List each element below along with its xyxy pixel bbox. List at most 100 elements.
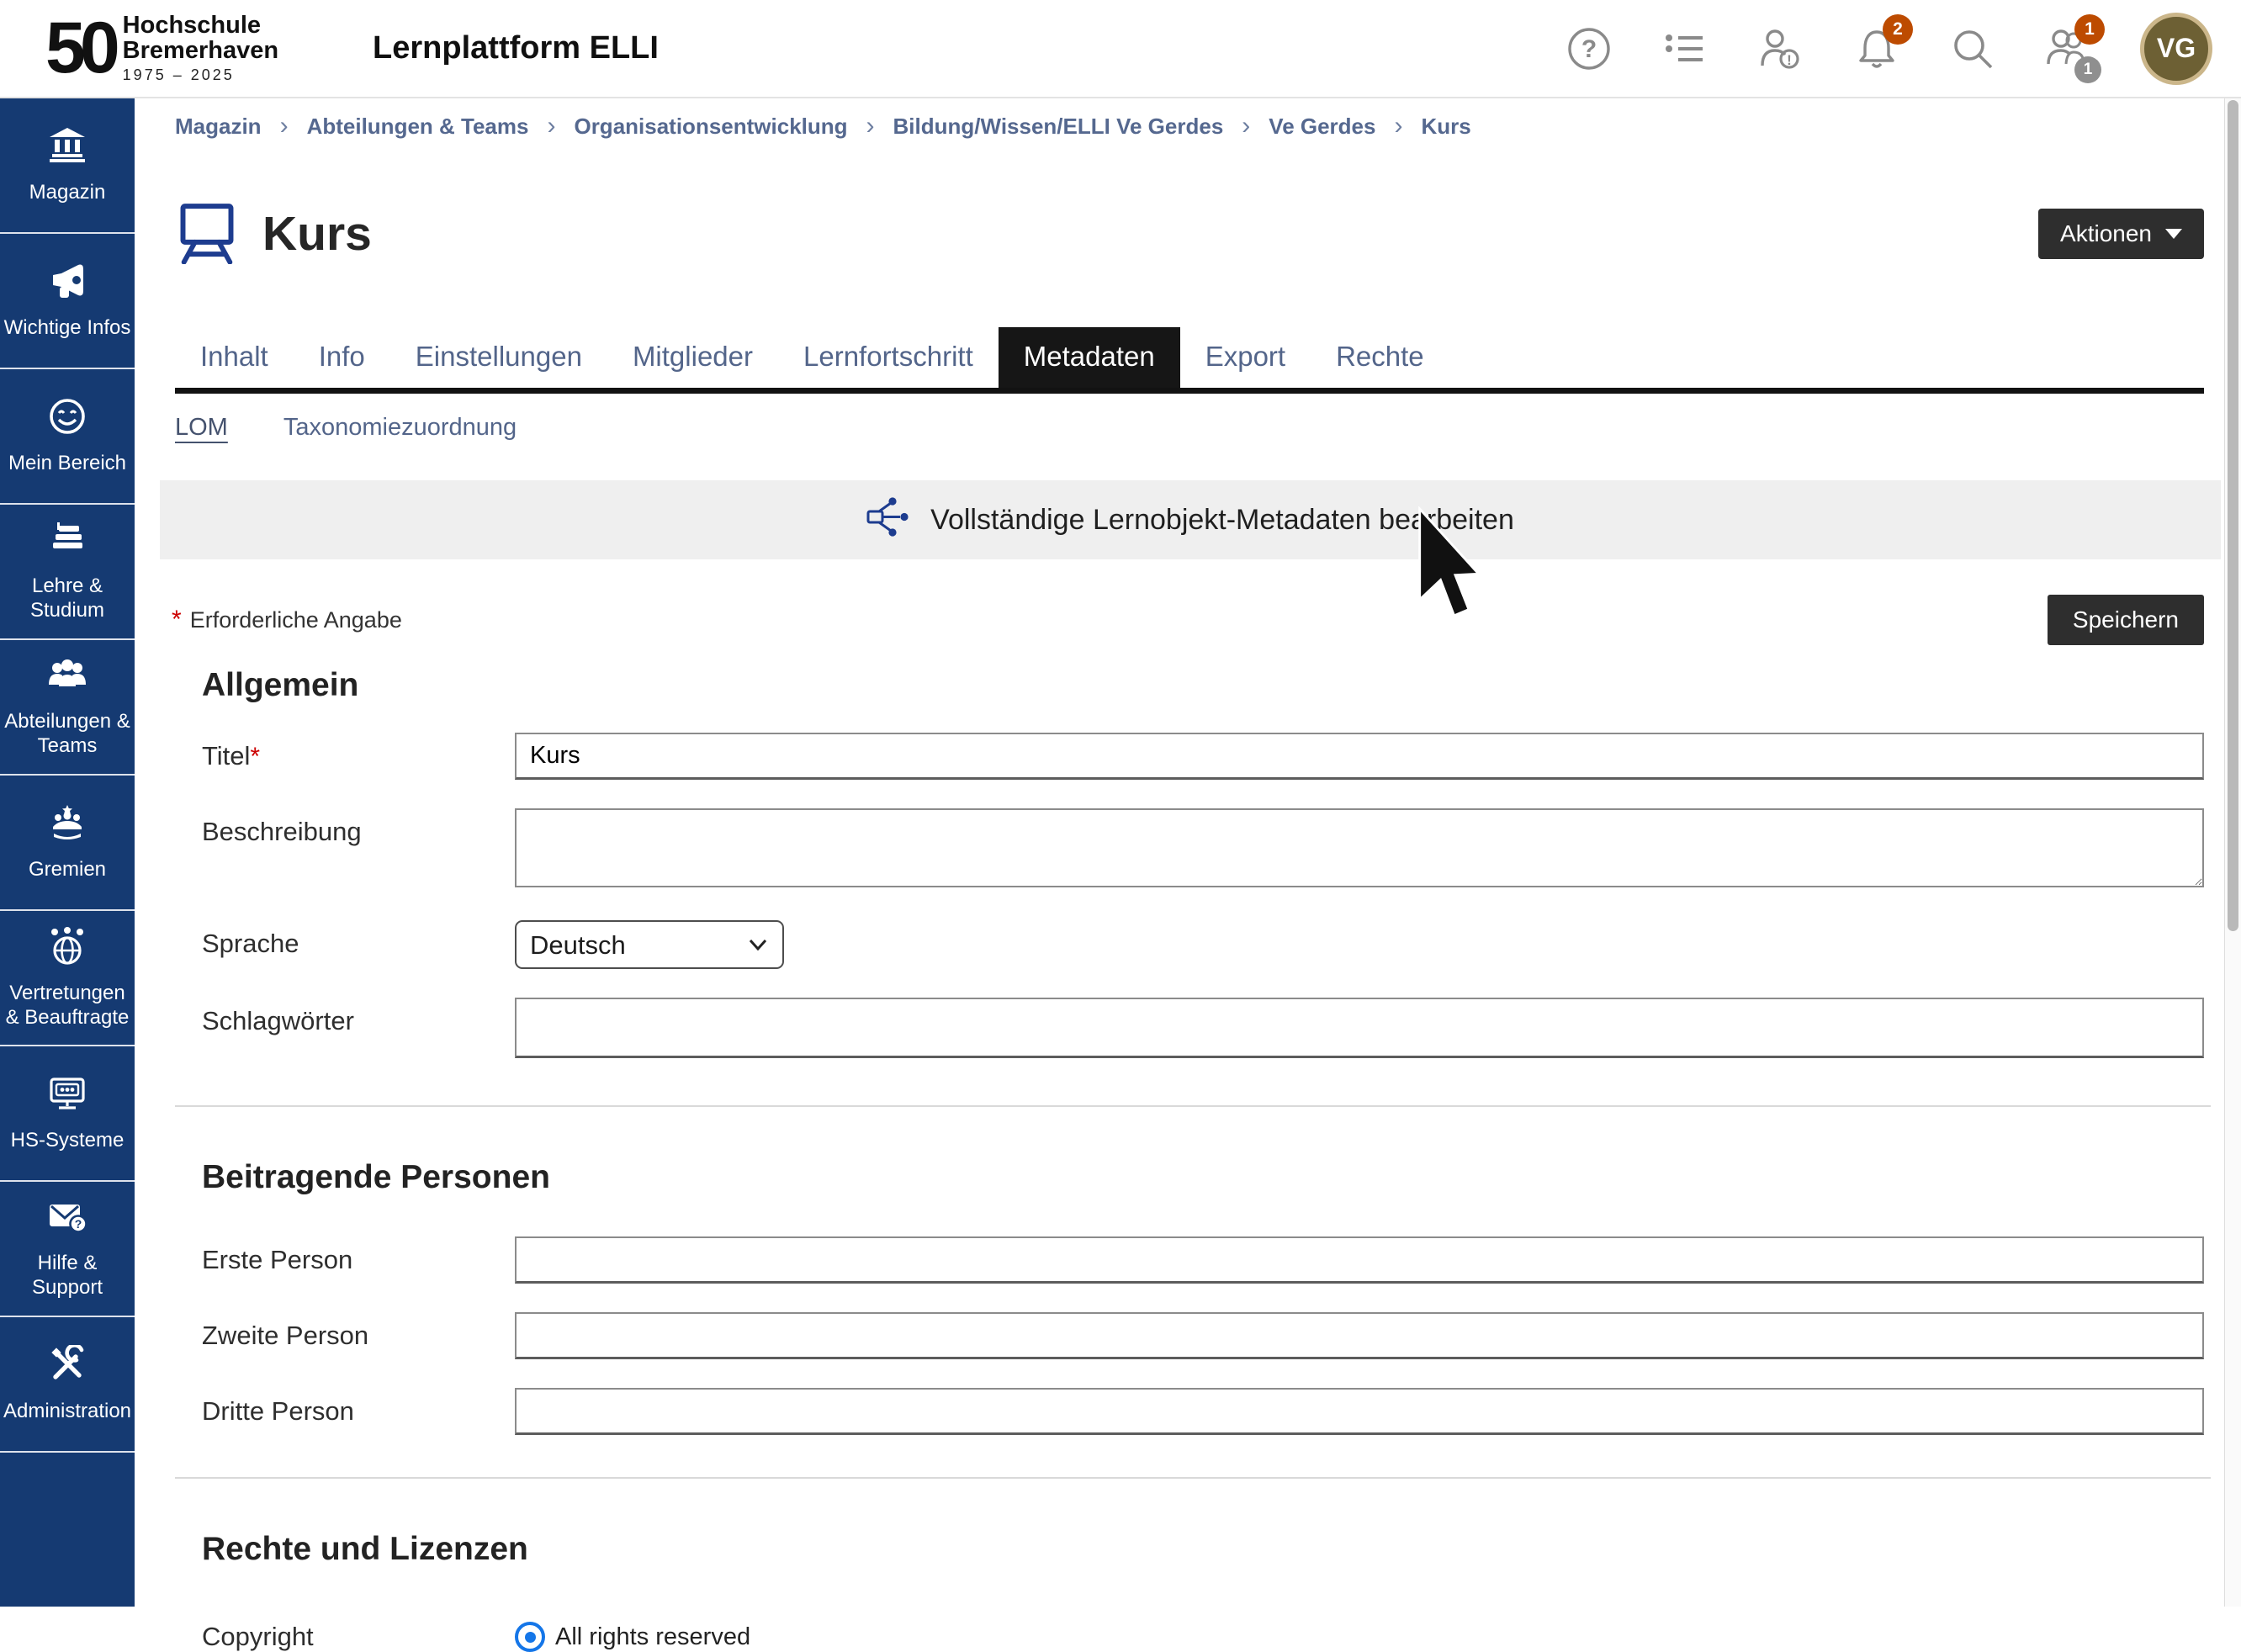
- form-row-erste-person: Erste Person: [202, 1236, 2204, 1284]
- titel-input[interactable]: [515, 733, 2204, 780]
- tab-metadaten[interactable]: Metadaten: [999, 327, 1180, 388]
- sidebar-item-label: Lehre & Studium: [3, 574, 131, 623]
- subtab-lom[interactable]: LOM: [175, 414, 228, 442]
- required-asterisk: *: [250, 743, 260, 770]
- logo-years: 1975 – 2025: [123, 66, 278, 84]
- copyright-label: Copyright: [202, 1622, 515, 1652]
- breadcrumb-link[interactable]: Abteilungen & Teams: [307, 114, 529, 140]
- course-icon: [175, 200, 239, 268]
- breadcrumb-link[interactable]: Bildung/Wissen/ELLI Ve Gerdes: [893, 114, 1224, 140]
- svg-text:?: ?: [75, 1217, 82, 1231]
- logo-name-line2: Bremerhaven: [123, 38, 278, 63]
- contacts-badge-top: 1: [2074, 14, 2105, 45]
- sidebar-item-lehre-studium[interactable]: Lehre & Studium: [0, 505, 135, 640]
- university-logo[interactable]: 50 Hochschule Bremerhaven 1975 – 2025: [45, 13, 278, 84]
- actions-button[interactable]: Aktionen: [2038, 209, 2204, 259]
- share-nodes-icon: [866, 495, 909, 545]
- sprache-select[interactable]: Deutsch: [515, 920, 784, 969]
- sidebar-item-label: Vertretungen & Beauftragte: [3, 981, 131, 1030]
- contacts-badge-bottom: 1: [2074, 56, 2101, 83]
- sidebar-item-hilfe-support[interactable]: ? Hilfe & Support: [0, 1182, 135, 1317]
- search-icon[interactable]: [1948, 24, 1997, 73]
- form-row-titel: Titel*: [202, 733, 2204, 780]
- sidebar-item-hs-systeme[interactable]: HS-Systeme: [0, 1046, 135, 1182]
- form-row-dritte-person: Dritte Person: [202, 1388, 2204, 1435]
- breadcrumb-link[interactable]: Organisationsentwicklung: [574, 114, 847, 140]
- sidebar-item-gremien[interactable]: Gremien: [0, 776, 135, 911]
- zweite-person-label: Zweite Person: [202, 1312, 515, 1351]
- tab-lernfortschritt[interactable]: Lernfortschritt: [778, 327, 999, 388]
- top-bar: 50 Hochschule Bremerhaven 1975 – 2025 Le…: [0, 0, 2241, 98]
- tab-inhalt[interactable]: Inhalt: [175, 327, 294, 388]
- tab-einstellungen[interactable]: Einstellungen: [390, 327, 607, 388]
- sidebar: Magazin Wichtige Infos Mein: [0, 98, 135, 1607]
- sidebar-item-mein-bereich[interactable]: Mein Bereich: [0, 369, 135, 505]
- copyright-option-label: All rights reserved: [555, 1623, 750, 1651]
- breadcrumb: Magazin › Abteilungen & Teams › Organisa…: [135, 98, 2224, 154]
- notifications-bell-icon[interactable]: 2: [1852, 24, 1901, 73]
- erste-person-input[interactable]: [515, 1236, 2204, 1284]
- sidebar-filler: [0, 1453, 135, 1607]
- sidebar-item-abteilungen-teams[interactable]: Abteilungen & Teams: [0, 640, 135, 776]
- beschreibung-label: Beschreibung: [202, 808, 515, 847]
- page-title-row: Kurs Aktionen: [175, 174, 2204, 294]
- edit-full-metadata-button[interactable]: Vollständige Lernobjekt-Metadaten bearbe…: [160, 480, 2221, 559]
- sidebar-item-magazin[interactable]: Magazin: [0, 98, 135, 234]
- who-is-online-icon[interactable]: !: [1756, 24, 1805, 73]
- subtab-taxonomiezuordnung[interactable]: Taxonomiezuordnung: [283, 414, 517, 442]
- monitor-icon: [47, 1074, 87, 1119]
- tab-rechte[interactable]: Rechte: [1311, 327, 1449, 388]
- form-row-beschreibung: Beschreibung: [202, 808, 2204, 892]
- svg-text:?: ?: [1581, 35, 1597, 63]
- sidebar-item-label: Magazin: [29, 180, 106, 204]
- tab-info[interactable]: Info: [294, 327, 390, 388]
- avatar[interactable]: VG: [2140, 13, 2212, 85]
- sidebar-item-label: Mein Bereich: [8, 451, 126, 475]
- copyright-radio[interactable]: [515, 1622, 545, 1652]
- beschreibung-textarea[interactable]: [515, 808, 2204, 887]
- sidebar-item-vertretungen[interactable]: Vertretungen & Beauftragte: [0, 911, 135, 1046]
- titel-label: Titel*: [202, 733, 515, 771]
- scrollbar-thumb[interactable]: [2228, 100, 2238, 931]
- section-heading-rechte: Rechte und Lizenzen: [202, 1531, 2204, 1568]
- page: 50 Hochschule Bremerhaven 1975 – 2025 Le…: [0, 0, 2241, 1607]
- notifications-badge: 2: [1883, 14, 1913, 45]
- breadcrumb-link[interactable]: Magazin: [175, 114, 262, 140]
- tab-mitglieder[interactable]: Mitglieder: [607, 327, 778, 388]
- sidebar-item-label: HS-Systeme: [11, 1128, 124, 1152]
- erste-person-label: Erste Person: [202, 1236, 515, 1275]
- dritte-person-label: Dritte Person: [202, 1388, 515, 1427]
- bank-icon: [48, 126, 87, 171]
- breadcrumb-separator: ›: [280, 112, 289, 140]
- sidebar-item-label: Hilfe & Support: [3, 1251, 131, 1300]
- save-button[interactable]: Speichern: [2048, 595, 2204, 645]
- breadcrumb-separator: ›: [866, 112, 875, 140]
- svg-text:!: !: [1787, 52, 1792, 68]
- tools-icon: [48, 1345, 87, 1390]
- sidebar-item-administration[interactable]: Administration: [0, 1317, 135, 1453]
- section-divider: [175, 1105, 2211, 1107]
- edit-full-metadata-label: Vollständige Lernobjekt-Metadaten bearbe…: [930, 504, 1514, 537]
- logo-50-text: 50: [45, 20, 114, 77]
- contacts-icon[interactable]: 1 1: [2044, 24, 2093, 73]
- sprache-label: Sprache: [202, 920, 515, 959]
- books-icon: [48, 521, 87, 565]
- section-heading-personen: Beitragende Personen: [202, 1159, 2204, 1196]
- schlagwoerter-input[interactable]: [515, 998, 2204, 1058]
- subtab-bar: LOM Taxonomiezuordnung: [175, 414, 2204, 442]
- required-asterisk: *: [172, 606, 182, 634]
- required-hint-row: * Erforderliche Angabe Speichern: [172, 595, 2204, 645]
- form-row-zweite-person: Zweite Person: [202, 1312, 2204, 1359]
- dritte-person-input[interactable]: [515, 1388, 2204, 1435]
- zweite-person-input[interactable]: [515, 1312, 2204, 1359]
- sidebar-item-label: Wichtige Infos: [4, 315, 131, 340]
- schlagwoerter-label: Schlagwörter: [202, 998, 515, 1036]
- list-menu-icon[interactable]: [1661, 24, 1709, 73]
- help-icon[interactable]: ?: [1565, 24, 1613, 73]
- caret-down-icon: [2165, 229, 2182, 239]
- sidebar-item-wichtige-infos[interactable]: Wichtige Infos: [0, 234, 135, 369]
- tab-export[interactable]: Export: [1180, 327, 1311, 388]
- breadcrumb-link[interactable]: Kurs: [1421, 114, 1470, 140]
- breadcrumb-link[interactable]: Ve Gerdes: [1269, 114, 1375, 140]
- vertical-scrollbar[interactable]: [2224, 98, 2241, 1607]
